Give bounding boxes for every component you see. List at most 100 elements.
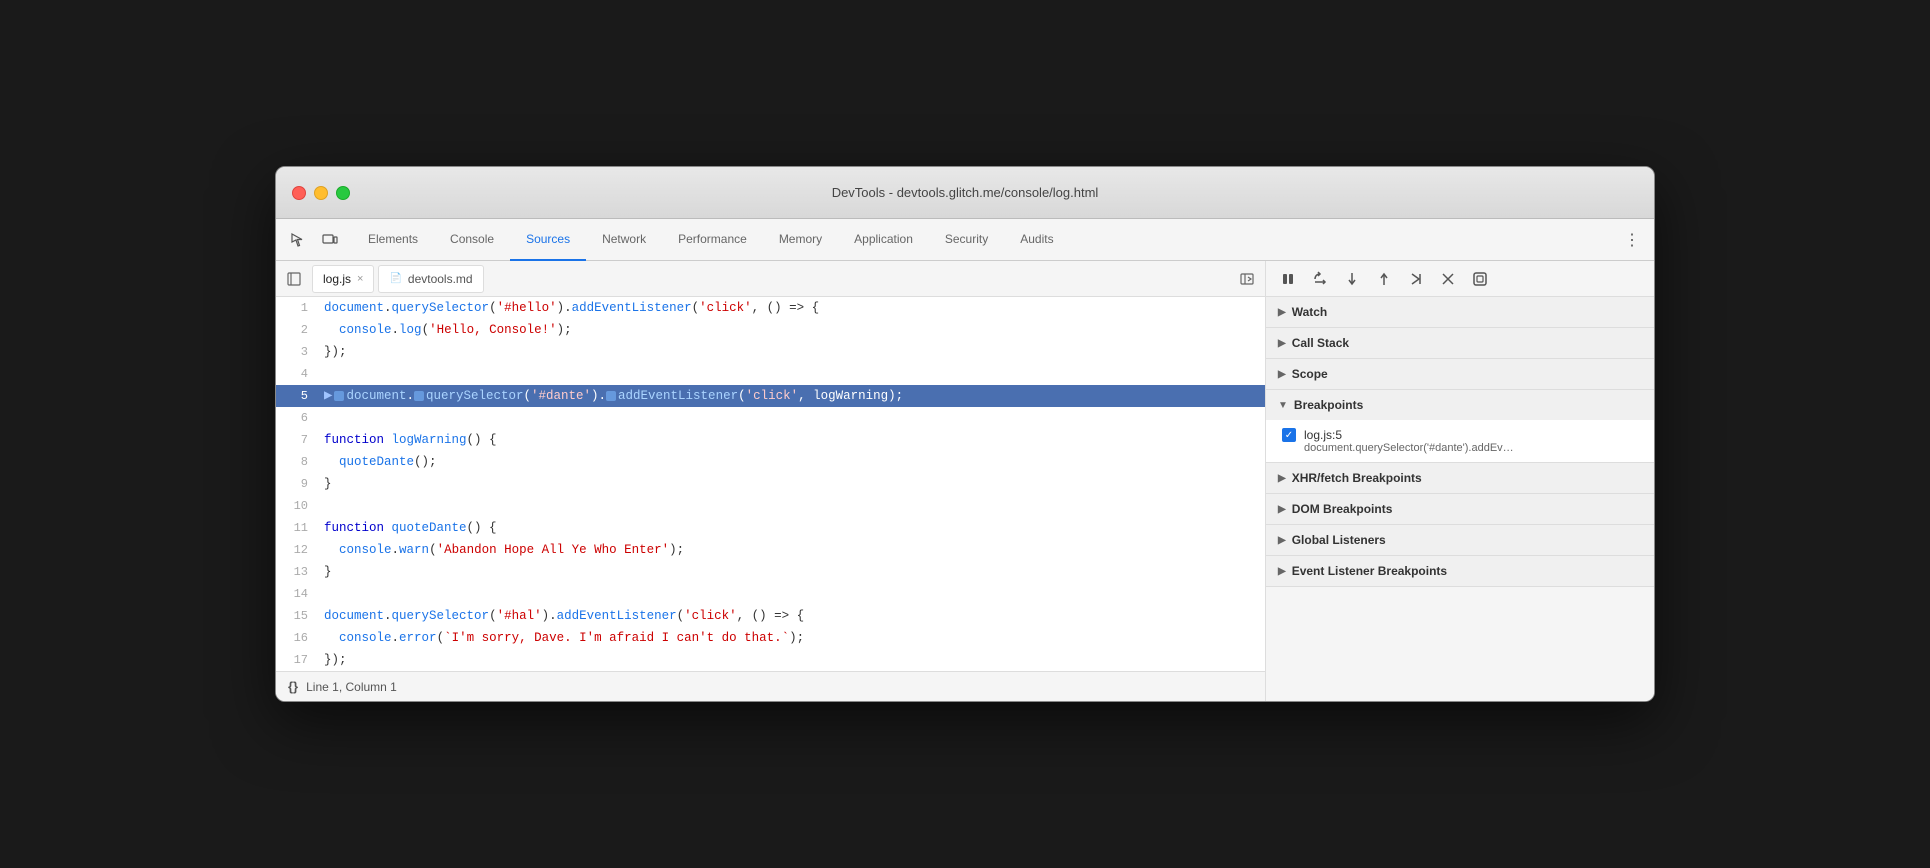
tab-application[interactable]: Application [838,219,929,261]
continue-button[interactable] [1402,265,1430,293]
traffic-lights [292,186,350,200]
event-listener-breakpoints-section: ▶ Event Listener Breakpoints [1266,556,1654,587]
inspect-element-icon[interactable] [284,226,312,254]
scope-label: Scope [1292,367,1328,381]
code-line-2: 2 console.log('Hello, Console!'); [276,319,1265,341]
code-line-16: 16 console.error(`I'm sorry, Dave. I'm a… [276,627,1265,649]
watch-section: ▶ Watch [1266,297,1654,328]
status-bar: {} Line 1, Column 1 [276,671,1265,701]
code-line-15: 15 document.querySelector('#hal').addEve… [276,605,1265,627]
xhr-fetch-label: XHR/fetch Breakpoints [1292,471,1422,485]
step-out-button[interactable] [1370,265,1398,293]
scope-section-header[interactable]: ▶ Scope [1266,359,1654,389]
breakpoints-section-header[interactable]: ▼ Breakpoints [1266,390,1654,420]
breakpoint-item-1: log.js:5 document.querySelector('#dante'… [1266,424,1654,458]
breakpoint-code: document.querySelector('#dante').addEv… [1282,442,1638,454]
tab-audits[interactable]: Audits [1004,219,1069,261]
tabbar-icons [284,226,344,254]
dom-breakpoints-section-header[interactable]: ▶ DOM Breakpoints [1266,494,1654,524]
more-options-icon[interactable]: ⋮ [1618,226,1646,254]
device-toolbar-icon[interactable] [316,226,344,254]
breakpoint-label: log.js:5 [1282,428,1638,442]
tab-console[interactable]: Console [434,219,510,261]
file-tab-devtools-md[interactable]: 📄 devtools.md [378,265,483,293]
file-tabs-end [1233,265,1261,293]
breakpoints-chevron: ▼ [1278,400,1288,411]
code-line-13: 13 } [276,561,1265,583]
file-icon: 📄 [389,273,401,284]
step-over-button[interactable] [1306,265,1334,293]
call-stack-section-header[interactable]: ▶ Call Stack [1266,328,1654,358]
pretty-print-icon[interactable]: {} [288,679,298,694]
event-listener-breakpoints-label: Event Listener Breakpoints [1292,564,1447,578]
global-listeners-label: Global Listeners [1292,533,1386,547]
code-editor[interactable]: 1 document.querySelector('#hello').addEv… [276,297,1265,671]
sidebar-toggle-icon[interactable] [280,265,308,293]
file-tab-name-md: devtools.md [408,272,473,286]
left-panel: log.js × 📄 devtools.md [276,261,1266,701]
code-line-3: 3 }); [276,341,1265,363]
breakpoint-checkbox[interactable] [1282,428,1296,442]
xhr-fetch-section-header[interactable]: ▶ XHR/fetch Breakpoints [1266,463,1654,493]
call-stack-label: Call Stack [1292,336,1349,350]
pause-on-exceptions-button[interactable] [1466,265,1494,293]
tabbar-end: ⋮ [1618,226,1646,254]
tab-security[interactable]: Security [929,219,1004,261]
code-line-17: 17 }); [276,649,1265,671]
right-sections: ▶ Watch ▶ Call Stack ▶ Scope [1266,297,1654,701]
code-line-6: 6 [276,407,1265,429]
file-tab-log-js[interactable]: log.js × [312,265,374,293]
tab-elements[interactable]: Elements [352,219,434,261]
tab-performance[interactable]: Performance [662,219,763,261]
watch-label: Watch [1292,305,1328,319]
dom-breakpoints-section: ▶ DOM Breakpoints [1266,494,1654,525]
file-tab-name: log.js [323,272,351,286]
main-content: log.js × 📄 devtools.md [276,261,1654,701]
debug-toolbar [1266,261,1654,297]
event-listener-breakpoints-section-header[interactable]: ▶ Event Listener Breakpoints [1266,556,1654,586]
preview-icon[interactable] [1233,265,1261,293]
tab-bar: Elements Console Sources Network Perform… [276,219,1654,261]
devtools-window: DevTools - devtools.glitch.me/console/lo… [275,166,1655,702]
code-line-8: 8 quoteDante(); [276,451,1265,473]
breakpoints-section: ▼ Breakpoints log.js:5 document.querySel… [1266,390,1654,463]
code-line-11: 11 function quoteDante() { [276,517,1265,539]
step-into-button[interactable] [1338,265,1366,293]
code-line-14: 14 [276,583,1265,605]
window-title: DevTools - devtools.glitch.me/console/lo… [292,185,1638,200]
global-listeners-chevron: ▶ [1278,535,1286,546]
watch-section-header[interactable]: ▶ Watch [1266,297,1654,327]
event-listener-breakpoints-chevron: ▶ [1278,566,1286,577]
call-stack-section: ▶ Call Stack [1266,328,1654,359]
xhr-fetch-section: ▶ XHR/fetch Breakpoints [1266,463,1654,494]
pause-resume-button[interactable] [1274,265,1302,293]
minimize-button[interactable] [314,186,328,200]
file-tab-close-log-js[interactable]: × [357,273,363,285]
watch-chevron: ▶ [1278,307,1286,318]
dom-breakpoints-label: DOM Breakpoints [1292,502,1393,516]
tab-memory[interactable]: Memory [763,219,838,261]
deactivate-breakpoints-button[interactable] [1434,265,1462,293]
right-panel: ▶ Watch ▶ Call Stack ▶ Scope [1266,261,1654,701]
cursor-position: Line 1, Column 1 [306,680,397,694]
code-line-12: 12 console.warn('Abandon Hope All Ye Who… [276,539,1265,561]
global-listeners-section: ▶ Global Listeners [1266,525,1654,556]
code-line-7: 7 function logWarning() { [276,429,1265,451]
maximize-button[interactable] [336,186,350,200]
code-line-9: 9 } [276,473,1265,495]
tab-network[interactable]: Network [586,219,662,261]
code-line-4: 4 [276,363,1265,385]
code-line-10: 10 [276,495,1265,517]
code-line-5: 5 ▶document.querySelector('#dante').addE… [276,385,1265,407]
xhr-fetch-chevron: ▶ [1278,473,1286,484]
breakpoints-label: Breakpoints [1294,398,1363,412]
scope-section: ▶ Scope [1266,359,1654,390]
tab-sources[interactable]: Sources [510,219,586,261]
dom-breakpoints-chevron: ▶ [1278,504,1286,515]
file-tabs: log.js × 📄 devtools.md [276,261,1265,297]
close-button[interactable] [292,186,306,200]
breakpoint-file: log.js:5 [1304,428,1342,442]
scope-chevron: ▶ [1278,369,1286,380]
call-stack-chevron: ▶ [1278,338,1286,349]
global-listeners-section-header[interactable]: ▶ Global Listeners [1266,525,1654,555]
